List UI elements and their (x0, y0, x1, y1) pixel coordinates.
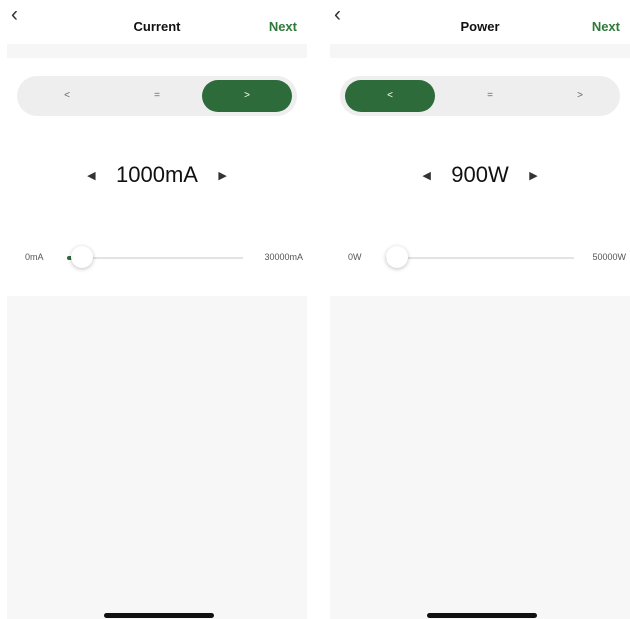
home-indicator (104, 613, 214, 618)
power-panel: ‹ Power Next < = > ◀ 900W ▶ 0W 50000W (330, 0, 630, 619)
segment-equal[interactable]: = (445, 76, 535, 116)
home-indicator (427, 613, 537, 618)
content-area (7, 296, 307, 619)
current-panel: ‹ Current Next < = > ◀ 1000mA ▶ 0mA 3000… (7, 0, 307, 619)
header: ‹ Power Next (330, 0, 630, 44)
decrement-arrow-icon[interactable]: ◀ (422, 169, 430, 182)
segment-greater-than[interactable]: > (535, 76, 625, 116)
value-stepper: ◀ 1000mA ▶ (7, 162, 307, 198)
slider-min-label: 0W (348, 252, 362, 262)
segment-less-than[interactable]: < (22, 76, 112, 116)
next-button[interactable]: Next (592, 19, 620, 34)
slider-max-label: 30000mA (264, 252, 303, 262)
content-area (330, 296, 630, 619)
slider-thumb[interactable] (71, 246, 93, 268)
page-title: Power (460, 19, 500, 34)
value-stepper: ◀ 900W ▶ (330, 162, 630, 198)
page-title: Current (133, 19, 181, 34)
mode-segmented-control: < = > (340, 76, 620, 116)
slider-track[interactable] (386, 257, 574, 259)
power-value: 900W (451, 162, 509, 187)
slider-track[interactable] (67, 257, 243, 259)
next-button[interactable]: Next (269, 19, 297, 34)
decrement-arrow-icon[interactable]: ◀ (87, 169, 95, 182)
increment-arrow-icon[interactable]: ▶ (218, 169, 226, 182)
mode-segmented-control: < = > (17, 76, 297, 116)
header: ‹ Current Next (7, 0, 307, 44)
increment-arrow-icon[interactable]: ▶ (529, 169, 537, 182)
segment-less-than[interactable]: < (345, 80, 435, 112)
segment-greater-than[interactable]: > (202, 80, 292, 112)
header-divider (7, 44, 307, 58)
slider-max-label: 50000W (592, 252, 626, 262)
segment-equal[interactable]: = (112, 76, 202, 116)
slider-min-label: 0mA (25, 252, 44, 262)
slider-thumb[interactable] (386, 246, 408, 268)
current-value: 1000mA (116, 162, 198, 187)
header-divider (330, 44, 630, 58)
